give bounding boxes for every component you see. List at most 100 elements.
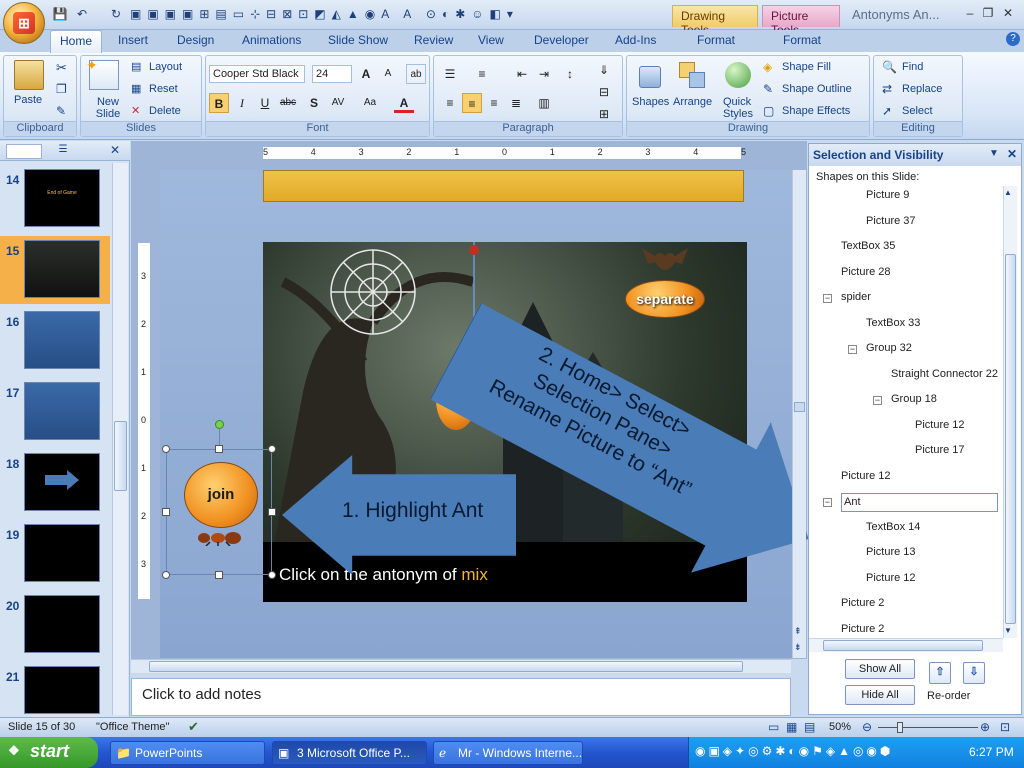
shape-fill-button[interactable]: Shape Fill [782,61,831,73]
tab-developer[interactable]: Developer [534,33,589,47]
shape-list-item[interactable]: TextBox 14 [866,521,920,533]
next-slide-icon[interactable]: ⇟ [794,642,802,653]
shadow-icon[interactable]: S [304,93,324,113]
shrink-font-icon[interactable]: A [378,64,398,84]
collapse-icon[interactable]: − [873,396,882,405]
quick-styles-button[interactable]: Quick Styles [723,96,757,120]
align-text-icon[interactable]: ⊟ [594,82,614,102]
character-spacing-icon[interactable]: AV [328,93,348,113]
font-family-box[interactable]: Cooper Std Black [209,65,305,83]
increase-indent-icon[interactable]: ⇥ [534,64,554,84]
resize-handle[interactable] [215,445,223,453]
numbering-icon[interactable]: ≡ [472,64,492,84]
tab-outline[interactable]: ☰ [48,144,78,159]
tab-format-drawing[interactable]: Format [697,33,735,47]
format-painter-icon[interactable]: ✎ [56,104,72,120]
close-panel-icon[interactable]: ✕ [110,143,120,157]
tab-home[interactable]: Home [50,30,102,53]
pane-options-icon[interactable]: ▼ [989,148,999,159]
start-button[interactable]: ❖ start [0,737,98,768]
cut-icon[interactable]: ✂ [56,60,72,76]
resize-handle[interactable] [268,445,276,453]
delete-button[interactable]: Delete [149,105,181,117]
tab-add-ins[interactable]: Add-Ins [615,33,656,47]
justify-icon[interactable]: ≣ [506,93,526,113]
slide-thumbnail-17[interactable] [24,382,100,440]
collapse-icon[interactable]: − [848,345,857,354]
zoom-in-icon[interactable]: ⊕ [980,720,990,734]
copy-icon[interactable]: ❐ [56,82,72,98]
show-all-button[interactable]: Show All [845,659,915,679]
scroll-down-icon[interactable]: ▼ [1004,626,1012,635]
resize-handle[interactable] [162,571,170,579]
normal-view-icon[interactable]: ▭ [768,720,779,734]
close-icon[interactable]: ✕ [1000,5,1016,21]
bullets-icon[interactable]: ☰ [440,64,460,84]
shape-list-item[interactable]: Picture 13 [866,546,916,558]
collapse-icon[interactable]: − [823,294,832,303]
shape-list-item[interactable]: Picture 2 [841,623,884,635]
grow-font-icon[interactable]: A [356,64,376,84]
shape-list-hscrollbar[interactable] [809,638,1003,652]
strikethrough-icon[interactable]: abc [278,93,298,113]
minimize-icon[interactable]: – [962,5,978,21]
align-left-icon[interactable]: ≡ [440,93,460,113]
zoom-level[interactable]: 50% [829,721,851,733]
shape-list-item[interactable]: Picture 2 [841,597,884,609]
italic-icon[interactable]: I [232,93,252,113]
rotation-handle[interactable] [215,420,224,429]
tab-view[interactable]: View [478,33,504,47]
slides-scrollbar[interactable] [112,163,128,715]
shape-outline-button[interactable]: Shape Outline [782,83,852,95]
slide-thumbnail-16[interactable] [24,311,100,369]
shape-list-hscroll-thumb[interactable] [823,640,983,651]
shape-list-item[interactable]: Picture 17 [915,444,965,456]
reset-button[interactable]: Reset [149,83,178,95]
decrease-indent-icon[interactable]: ⇤ [512,64,532,84]
pumpkin-join[interactable]: join [184,462,258,528]
quick-access-toolbar[interactable]: ▣▣▣▣⊞▤▭⊹⊟⊠⊡◩◭▲◉A A ⊙◐✱☺◧▾ [130,6,610,22]
shape-list-item[interactable]: Straight Connector 22 [891,368,998,380]
undo-icon[interactable]: ↶ [74,6,90,22]
align-center-icon[interactable]: ≡ [462,93,482,113]
shape-list-item[interactable]: Group 18 [891,393,937,405]
redo-icon[interactable]: ↻ [108,6,124,22]
tray-icons[interactable]: ◉▣◈✦◎⚙✱◐◉⚑◈▲◎◉⬢ [695,744,965,758]
tab-animations[interactable]: Animations [242,33,301,47]
underline-icon[interactable]: U [255,93,275,113]
shape-list-item[interactable]: Picture 9 [866,189,909,201]
taskbar-item-internet[interactable]: ℯ Mr - Windows Interne... [433,741,583,765]
spell-check-icon[interactable]: ✔ [188,719,199,735]
save-icon[interactable]: 💾 [52,6,68,22]
office-button[interactable]: ⊞ [3,2,45,44]
shape-list-item[interactable]: Picture 37 [866,215,916,227]
resize-handle[interactable] [215,571,223,579]
shape-effects-button[interactable]: Shape Effects [782,105,850,117]
tab-review[interactable]: Review [414,33,453,47]
slide-thumbnail-21[interactable] [24,666,100,714]
columns-icon[interactable]: ▥ [534,93,554,113]
font-size-box[interactable]: 24 [312,65,352,83]
resize-handle[interactable] [162,508,170,516]
tab-design[interactable]: Design [177,33,214,47]
shape-list-item[interactable]: TextBox 35 [841,240,895,252]
shape-list-vscrollbar[interactable]: ▲ ▼ [1003,186,1017,638]
shape-list-item[interactable]: Picture 12 [915,419,965,431]
tab-insert[interactable]: Insert [118,33,148,47]
align-right-icon[interactable]: ≡ [484,93,504,113]
text-direction-icon[interactable]: ⇓ [594,60,614,80]
prev-slide-icon[interactable]: ⇞ [794,626,802,637]
tab-slides[interactable] [6,144,42,159]
scroll-up-icon[interactable]: ▲ [1004,188,1012,197]
restore-icon[interactable]: ❐ [980,5,996,21]
arrange-button[interactable]: Arrange [673,96,712,108]
slide-sorter-icon[interactable]: ▦ [786,720,797,734]
tab-slide-show[interactable]: Slide Show [328,33,388,47]
replace-button[interactable]: Replace [902,83,942,95]
paste-button[interactable]: Paste [14,94,42,106]
hide-all-button[interactable]: Hide All [845,685,915,705]
bring-forward-icon[interactable]: ⇧ [929,662,951,684]
pane-close-icon[interactable]: ✕ [1007,147,1017,161]
canvas-vscroll-thumb[interactable] [794,402,805,412]
slide-thumbnail-15[interactable] [24,240,100,298]
